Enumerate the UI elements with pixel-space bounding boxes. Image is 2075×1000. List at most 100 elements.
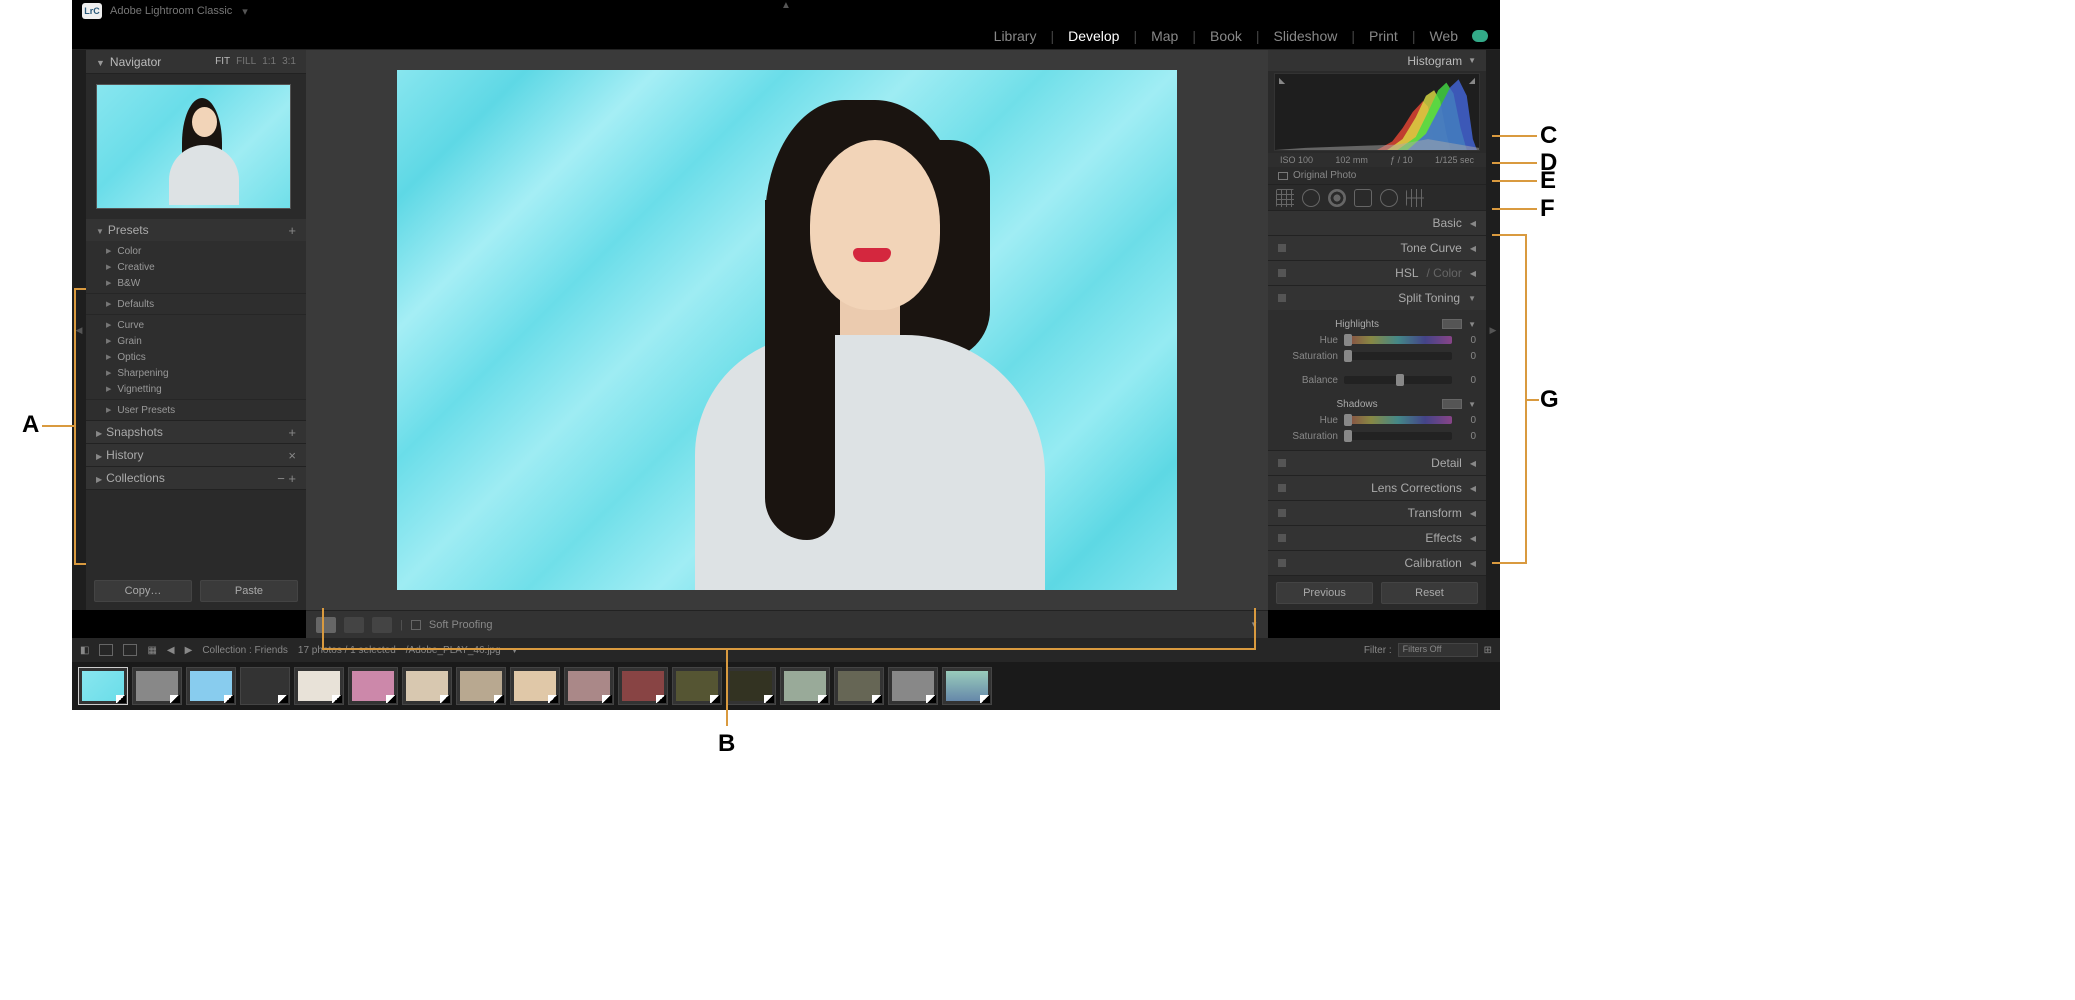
filmstrip-thumb[interactable]	[672, 667, 722, 705]
transform-panel-header[interactable]: Transform◀	[1268, 501, 1486, 525]
effects-panel-header[interactable]: Effects◀	[1268, 526, 1486, 550]
zoom-fill[interactable]: FILL	[236, 56, 256, 67]
shadows-sat-slider[interactable]	[1344, 432, 1452, 440]
shadows-dropdown-icon[interactable]: ▼	[1468, 400, 1476, 409]
copy-button[interactable]: Copy…	[94, 580, 192, 602]
gradient-tool-icon[interactable]	[1354, 189, 1372, 207]
grid-view-icon[interactable]: ▦	[147, 645, 156, 656]
filmstrip-thumb[interactable]	[78, 667, 128, 705]
zoom-1to1[interactable]: 1:1	[262, 56, 276, 67]
highlights-dropdown-icon[interactable]: ▼	[1468, 320, 1476, 329]
shadows-swatch[interactable]	[1442, 399, 1462, 409]
hsl-panel-header[interactable]: HSL/ Color◀	[1268, 261, 1486, 285]
filmstrip-thumb[interactable]	[780, 667, 830, 705]
basic-panel-header[interactable]: Basic◀	[1268, 211, 1486, 235]
preset-group[interactable]: ▶Curve	[86, 317, 306, 333]
filmstrip-thumb[interactable]	[132, 667, 182, 705]
spot-tool-icon[interactable]	[1302, 189, 1320, 207]
image-canvas[interactable]	[306, 50, 1268, 610]
highlights-swatch[interactable]	[1442, 319, 1462, 329]
filmstrip-thumb[interactable]	[294, 667, 344, 705]
highlights-sat-slider[interactable]	[1344, 352, 1452, 360]
original-photo-toggle[interactable]: Original Photo	[1268, 167, 1486, 184]
lens-panel-header[interactable]: Lens Corrections◀	[1268, 476, 1486, 500]
redeye-tool-icon[interactable]	[1328, 189, 1346, 207]
detail-panel-header[interactable]: Detail◀	[1268, 451, 1486, 475]
filmstrip-thumb[interactable]	[348, 667, 398, 705]
tonecurve-panel-header[interactable]: Tone Curve◀	[1268, 236, 1486, 260]
filter-select[interactable]: Filters Off	[1398, 643, 1478, 657]
calibration-panel-header[interactable]: Calibration◀	[1268, 551, 1486, 575]
nav-book[interactable]: Book	[1210, 28, 1242, 44]
add-snapshot-icon[interactable]: +	[288, 425, 296, 440]
add-preset-icon[interactable]: +	[288, 223, 296, 238]
second-window-icon[interactable]: ◧	[80, 645, 89, 656]
remove-collection-icon[interactable]: −	[277, 471, 285, 486]
filename-dropdown-icon[interactable]: ▼	[511, 646, 519, 655]
split-toning-header[interactable]: Split Toning▼	[1268, 286, 1486, 310]
snapshots-header[interactable]: ▶Snapshots+	[86, 421, 306, 443]
prev-photo-icon[interactable]: ◀	[167, 645, 175, 656]
add-collection-icon[interactable]: +	[288, 471, 296, 486]
before-after-tb-icon[interactable]	[372, 617, 392, 633]
shadow-clip-icon[interactable]: ◣	[1279, 76, 1285, 85]
filmstrip-thumb[interactable]	[186, 667, 236, 705]
zoom-3to1[interactable]: 3:1	[282, 56, 296, 67]
soft-proof-checkbox[interactable]	[411, 620, 421, 630]
histogram-header[interactable]: Histogram▼	[1268, 50, 1486, 71]
brush-tool-icon[interactable]	[1406, 189, 1424, 207]
loupe-view-icon[interactable]	[316, 617, 336, 633]
navigator-header[interactable]: ▼Navigator FIT FILL 1:1 3:1	[86, 50, 306, 74]
preset-group[interactable]: ▶Optics	[86, 349, 306, 365]
nav-library[interactable]: Library	[994, 28, 1037, 44]
window-handle[interactable]: ▲	[781, 0, 791, 11]
filmstrip[interactable]	[72, 662, 1500, 710]
filmstrip-thumb[interactable]	[240, 667, 290, 705]
highlights-hue-slider[interactable]	[1344, 336, 1452, 344]
preset-group[interactable]: ▶Color	[86, 243, 306, 259]
right-collapse-icon[interactable]: ▶	[1486, 50, 1500, 610]
main-window-icon[interactable]	[99, 644, 113, 656]
filmstrip-thumb[interactable]	[510, 667, 560, 705]
second-window-toggle[interactable]	[123, 644, 137, 656]
filmstrip-thumb[interactable]	[942, 667, 992, 705]
reset-button[interactable]: Reset	[1381, 582, 1478, 604]
filmstrip-thumb[interactable]	[618, 667, 668, 705]
zoom-fit[interactable]: FIT	[215, 56, 230, 67]
preset-group[interactable]: ▶Grain	[86, 333, 306, 349]
preset-group[interactable]: ▶Vignetting	[86, 381, 306, 397]
collection-path[interactable]: Collection : Friends	[202, 645, 288, 656]
next-photo-icon[interactable]: ▶	[185, 645, 193, 656]
filmstrip-thumb[interactable]	[726, 667, 776, 705]
histogram-display[interactable]: ◣ ◢	[1274, 73, 1480, 151]
previous-button[interactable]: Previous	[1276, 582, 1373, 604]
navigator-preview[interactable]	[96, 84, 291, 209]
nav-map[interactable]: Map	[1151, 28, 1178, 44]
nav-web[interactable]: Web	[1429, 28, 1458, 44]
preset-group[interactable]: ▶Creative	[86, 259, 306, 275]
balance-slider[interactable]	[1344, 376, 1452, 384]
paste-button[interactable]: Paste	[200, 580, 298, 602]
collections-header[interactable]: ▶Collections− +	[86, 467, 306, 489]
nav-print[interactable]: Print	[1369, 28, 1398, 44]
preset-group[interactable]: ▶B&W	[86, 275, 306, 291]
filter-lock-icon[interactable]: ⊞	[1484, 645, 1492, 656]
cloud-sync-icon[interactable]	[1472, 30, 1488, 42]
presets-header[interactable]: ▼Presets+	[86, 219, 306, 241]
history-header[interactable]: ▶History×	[86, 444, 306, 466]
nav-develop[interactable]: Develop	[1068, 28, 1119, 44]
preset-group[interactable]: ▶User Presets	[86, 402, 306, 418]
filmstrip-thumb[interactable]	[402, 667, 452, 705]
filename[interactable]: /Adobe_PLAY_46.jpg	[406, 645, 501, 656]
filmstrip-thumb[interactable]	[564, 667, 614, 705]
checkbox-icon[interactable]	[1278, 172, 1288, 180]
clear-history-icon[interactable]: ×	[288, 448, 296, 463]
nav-slideshow[interactable]: Slideshow	[1274, 28, 1338, 44]
radial-tool-icon[interactable]	[1380, 189, 1398, 207]
before-after-lr-icon[interactable]	[344, 617, 364, 633]
preset-group[interactable]: ▶Defaults	[86, 296, 306, 312]
filmstrip-thumb[interactable]	[888, 667, 938, 705]
crop-tool-icon[interactable]	[1276, 189, 1294, 207]
shadows-hue-slider[interactable]	[1344, 416, 1452, 424]
preset-group[interactable]: ▶Sharpening	[86, 365, 306, 381]
